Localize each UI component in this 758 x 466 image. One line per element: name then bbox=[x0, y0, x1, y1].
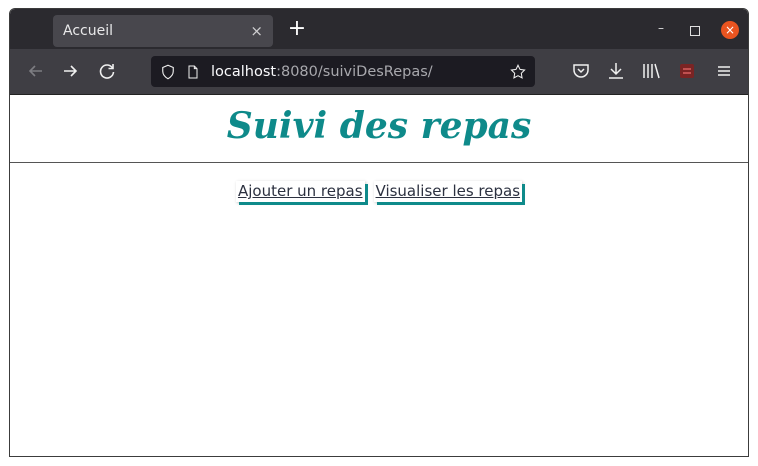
forward-button[interactable] bbox=[58, 59, 82, 83]
add-meal-link[interactable]: Ajouter un repas bbox=[235, 181, 365, 202]
address-bar[interactable]: localhost:8080/suiviDesRepas/ bbox=[151, 56, 535, 87]
pocket-icon bbox=[573, 64, 589, 78]
browser-window: Accueil × + – × localhost:8080/suiviDesR… bbox=[9, 8, 749, 457]
page-header: Suivi des repas bbox=[10, 95, 748, 163]
minimize-button[interactable]: – bbox=[658, 21, 664, 35]
tab-close-icon[interactable]: × bbox=[250, 22, 263, 40]
library-icon bbox=[643, 63, 660, 79]
pocket-button[interactable] bbox=[569, 59, 593, 83]
tab-accueil[interactable]: Accueil × bbox=[53, 15, 273, 47]
page-content: Suivi des repas Ajouter un repas Visuali… bbox=[10, 95, 748, 456]
close-window-button[interactable]: × bbox=[721, 21, 739, 39]
url-host: localhost bbox=[211, 63, 277, 80]
view-meals-link[interactable]: Visualiser les repas bbox=[373, 181, 523, 202]
nav-toolbar: localhost:8080/suiviDesRepas/ bbox=[10, 49, 748, 95]
downloads-button[interactable] bbox=[604, 59, 628, 83]
back-button[interactable] bbox=[24, 59, 48, 83]
download-icon bbox=[609, 63, 623, 79]
page-icon bbox=[188, 65, 198, 78]
reload-icon bbox=[99, 64, 115, 79]
cors-extension-icon bbox=[680, 64, 694, 78]
tab-title: Accueil bbox=[63, 23, 113, 39]
title-bar: Accueil × + – × bbox=[10, 9, 748, 49]
library-button[interactable] bbox=[639, 59, 663, 83]
reload-button[interactable] bbox=[95, 59, 119, 83]
shield-icon bbox=[162, 64, 174, 79]
hamburger-menu-icon bbox=[718, 66, 730, 76]
arrow-right-icon bbox=[64, 65, 78, 77]
maximize-button[interactable] bbox=[690, 26, 700, 36]
arrow-left-icon bbox=[28, 65, 42, 77]
page-title: Suivi des repas bbox=[226, 105, 532, 147]
new-tab-button[interactable]: + bbox=[286, 18, 308, 40]
extension-button[interactable] bbox=[675, 59, 699, 83]
menu-button[interactable] bbox=[712, 59, 736, 83]
main-nav: Ajouter un repas Visualiser les repas bbox=[10, 181, 748, 202]
url-path: :8080/suiviDesRepas/ bbox=[276, 63, 433, 80]
bookmark-star-icon[interactable] bbox=[509, 63, 527, 81]
